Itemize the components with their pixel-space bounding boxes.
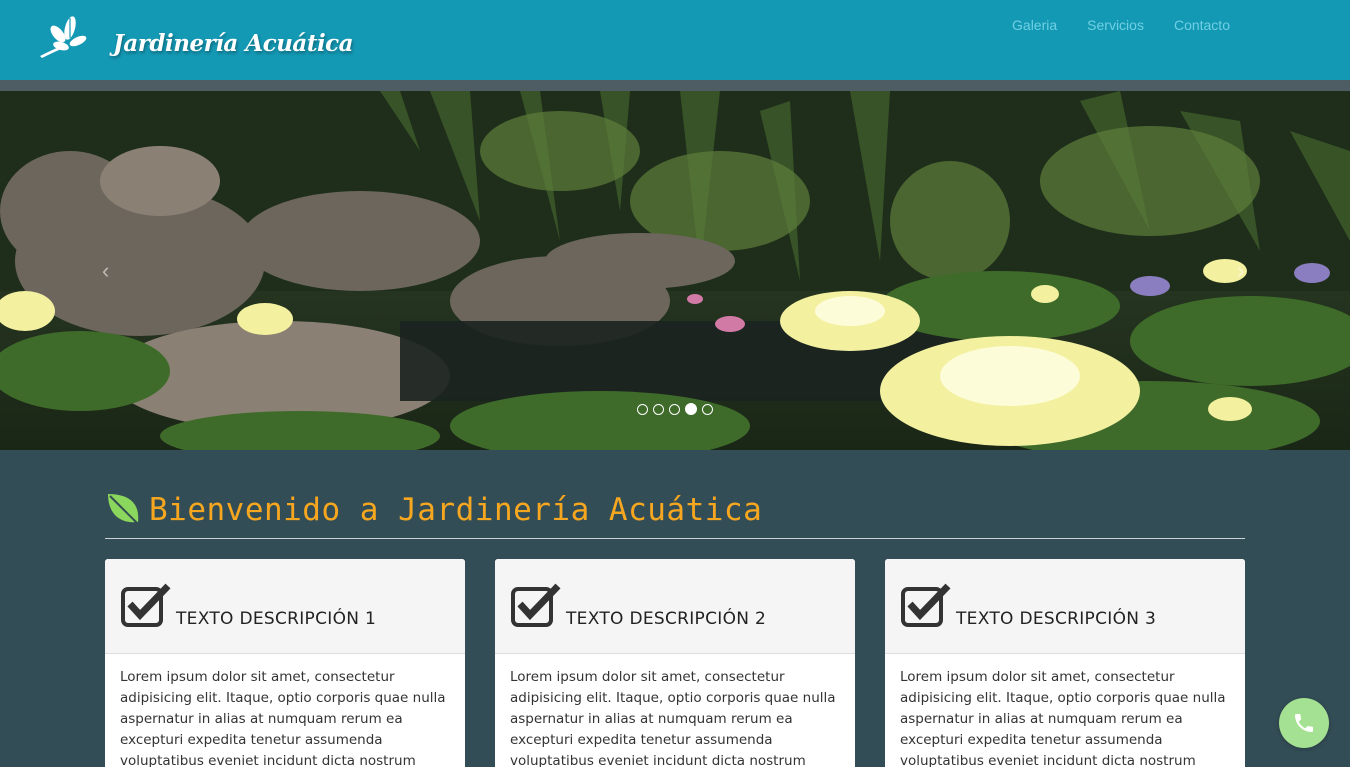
main-nav: Galeria Servicios Contacto bbox=[997, 17, 1245, 33]
flower-leaf-logo-icon[interactable] bbox=[36, 14, 90, 60]
checkbox-check-icon bbox=[901, 583, 951, 627]
card-header: TEXTO DESCRIPCIÓN 2 bbox=[495, 559, 855, 654]
checkbox-check-icon bbox=[511, 583, 561, 627]
card-title: TEXTO DESCRIPCIÓN 2 bbox=[566, 609, 767, 629]
carousel-prev-chevron-left-icon[interactable]: ‹ bbox=[102, 260, 109, 282]
section-divider bbox=[105, 538, 1245, 539]
description-card-2: TEXTO DESCRIPCIÓN 2 Lorem ipsum dolor si… bbox=[495, 559, 855, 767]
phone-call-button[interactable] bbox=[1279, 698, 1329, 748]
card-header: TEXTO DESCRIPCIÓN 1 bbox=[105, 559, 465, 654]
carousel-dot-3[interactable] bbox=[669, 403, 680, 415]
welcome-title: Bienvenido a Jardinería Acuática bbox=[149, 492, 763, 528]
card-title: TEXTO DESCRIPCIÓN 3 bbox=[956, 609, 1157, 629]
card-header: TEXTO DESCRIPCIÓN 3 bbox=[885, 559, 1245, 654]
carousel-dot-1[interactable] bbox=[637, 403, 648, 415]
site-header: Jardinería Acuática Galeria Servicios Co… bbox=[0, 0, 1350, 80]
nav-item-contacto[interactable]: Contacto bbox=[1159, 17, 1245, 33]
carousel-dot-5[interactable] bbox=[702, 403, 713, 415]
leaf-icon bbox=[108, 494, 139, 525]
carousel-indicators bbox=[637, 403, 713, 415]
checkbox-check-icon bbox=[121, 583, 171, 627]
card-body-text: Lorem ipsum dolor sit amet, consectetur … bbox=[510, 669, 836, 767]
card-title: TEXTO DESCRIPCIÓN 1 bbox=[176, 609, 377, 629]
hero-carousel[interactable]: ‹ › bbox=[0, 91, 1350, 450]
card-body-text: Lorem ipsum dolor sit amet, consectetur … bbox=[120, 669, 446, 767]
carousel-dot-4[interactable] bbox=[685, 403, 697, 415]
card-body-text: Lorem ipsum dolor sit amet, consectetur … bbox=[900, 669, 1226, 767]
nav-item-servicios[interactable]: Servicios bbox=[1072, 17, 1159, 33]
carousel-next-chevron-right-icon[interactable]: › bbox=[1237, 260, 1244, 282]
phone-icon bbox=[1295, 714, 1313, 732]
header-shadow-strip bbox=[0, 80, 1350, 91]
site-brand-title[interactable]: Jardinería Acuática bbox=[113, 30, 354, 57]
description-card-1: TEXTO DESCRIPCIÓN 1 Lorem ipsum dolor si… bbox=[105, 559, 465, 767]
nav-item-galeria[interactable]: Galeria bbox=[997, 17, 1072, 33]
carousel-dot-2[interactable] bbox=[653, 403, 664, 415]
hero-pond-image bbox=[0, 91, 1350, 450]
description-card-3: TEXTO DESCRIPCIÓN 3 Lorem ipsum dolor si… bbox=[885, 559, 1245, 767]
